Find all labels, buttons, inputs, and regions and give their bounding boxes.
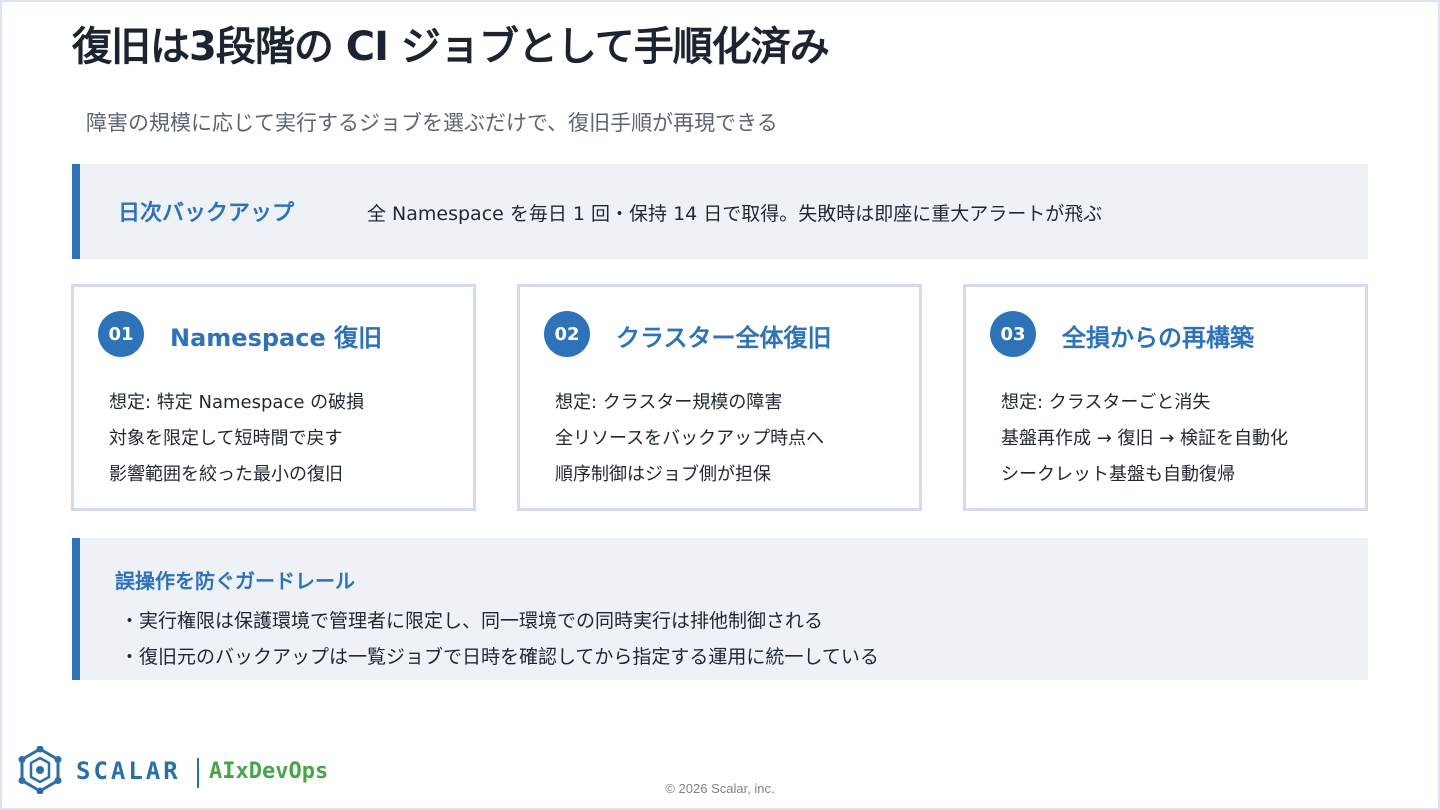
recovery-card-rebuild: 03 全損からの再構築 想定: クラスターごと消失 基盤再作成 → 復旧 → 検… [963, 284, 1368, 511]
guardrail-item: ・復旧元のバックアップは一覧ジョブで日時を確認してから指定する運用に統一している [120, 646, 879, 668]
card-lines: 想定: 特定 Namespace の破損 対象を限定して短時間で戻す 影響範囲を… [109, 385, 364, 493]
card-line: 対象を限定して短時間で戻す [109, 428, 343, 449]
card-line: 順序制御はジョブ側が担保 [555, 464, 771, 485]
guardrail-panel: 誤操作を防ぐガードレール ・実行権限は保護環境で管理者に限定し、同一環境での同時… [72, 538, 1368, 680]
card-line: 影響範囲を絞った最小の復旧 [109, 464, 343, 485]
recovery-card-cluster: 02 クラスター全体復旧 想定: クラスター規模の障害 全リソースをバックアップ… [517, 284, 922, 511]
page-title: 復旧は3段階の CI ジョブとして手順化済み [72, 24, 830, 70]
guardrail-item: ・実行権限は保護環境で管理者に限定し、同一環境での同時実行は排他制御される [120, 610, 824, 632]
card-lines: 想定: クラスター規模の障害 全リソースをバックアップ時点へ 順序制御はジョブ側… [555, 385, 824, 493]
card-line: シークレット基盤も自動復帰 [1001, 464, 1235, 485]
page-subtitle: 障害の規模に応じて実行するジョブを選ぶだけで、復旧手順が再現できる [86, 111, 778, 135]
step-number-badge: 03 [990, 311, 1036, 357]
daily-backup-label: 日次バックアップ [118, 201, 295, 226]
card-line: 基盤再作成 → 復旧 → 検証を自動化 [1001, 428, 1289, 449]
card-line: 想定: クラスター規模の障害 [555, 392, 783, 413]
guardrail-list: ・実行権限は保護環境で管理者に限定し、同一環境での同時実行は排他制御される ・復… [120, 603, 879, 675]
card-title: Namespace 復旧 [170, 324, 383, 352]
card-title: クラスター全体復旧 [616, 324, 832, 352]
step-number-badge: 01 [98, 311, 144, 357]
daily-backup-panel: 日次バックアップ 全 Namespace を毎日 1 回・保持 14 日で取得。… [72, 164, 1368, 259]
card-line: 想定: 特定 Namespace の破損 [109, 392, 365, 413]
card-lines: 想定: クラスターごと消失 基盤再作成 → 復旧 → 検証を自動化 シークレット… [1001, 385, 1288, 493]
card-title: 全損からの再構築 [1062, 324, 1254, 352]
card-line: 想定: クラスターごと消失 [1001, 392, 1211, 413]
card-line: 全リソースをバックアップ時点へ [555, 428, 825, 449]
copyright: © 2026 Scalar, inc. [665, 781, 775, 796]
guardrail-title: 誤操作を防ぐガードレール [115, 569, 355, 593]
daily-backup-text: 全 Namespace を毎日 1 回・保持 14 日で取得。失敗時は即座に重大… [367, 203, 1103, 225]
step-number-badge: 02 [544, 311, 590, 357]
recovery-card-namespace: 01 Namespace 復旧 想定: 特定 Namespace の破損 対象を… [71, 284, 476, 511]
